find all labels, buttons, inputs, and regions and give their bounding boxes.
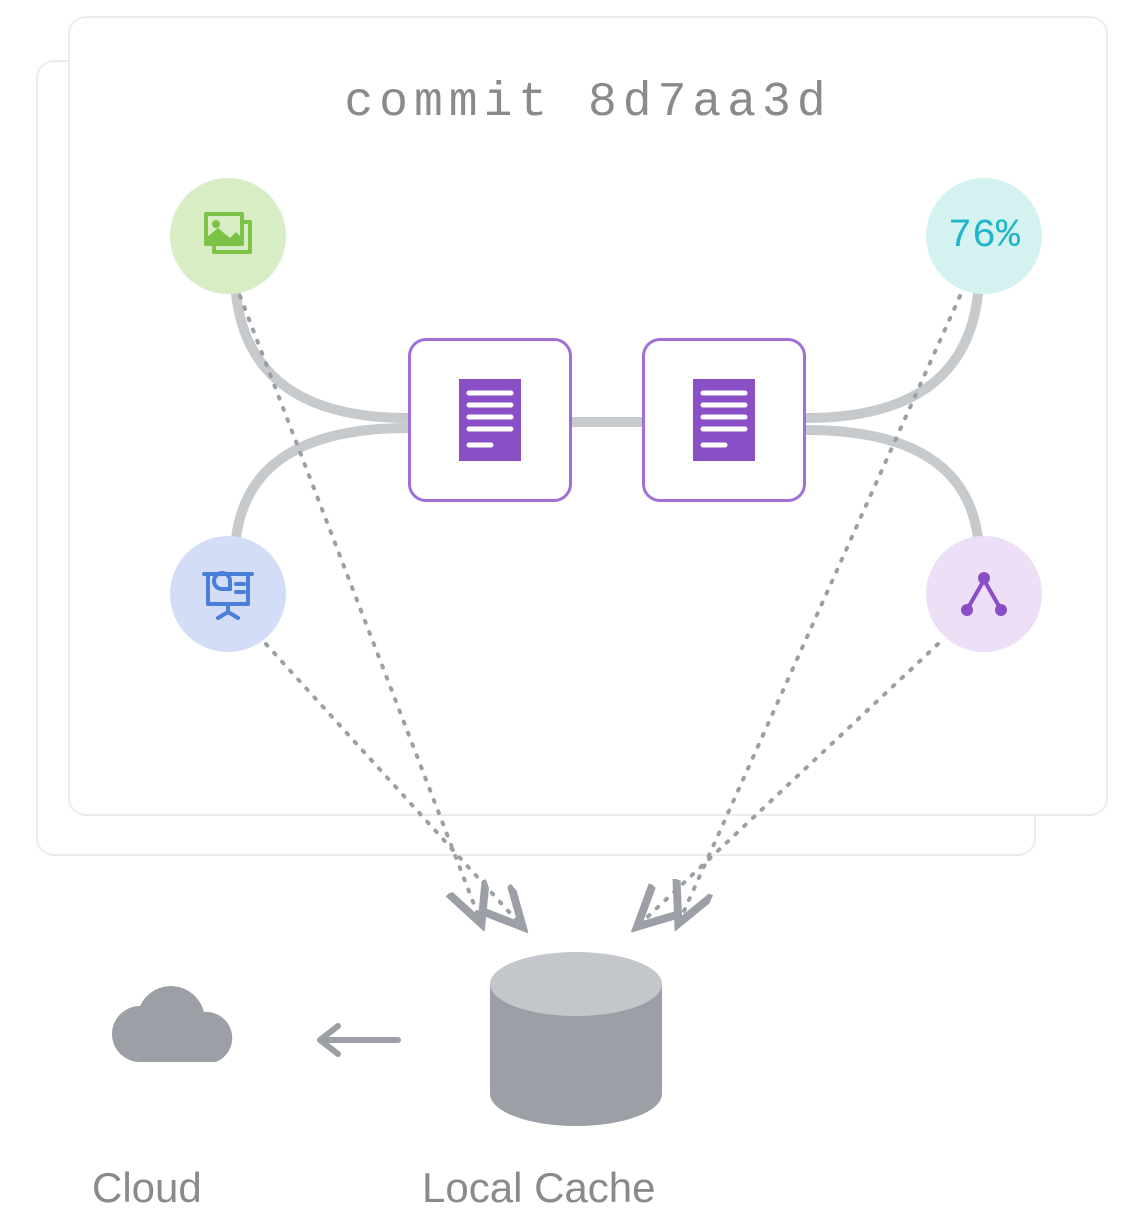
cloud-label: Cloud bbox=[92, 1164, 202, 1212]
cloud-icon bbox=[100, 982, 250, 1082]
percent-node: 76% bbox=[926, 178, 1042, 294]
document-box-right bbox=[642, 338, 806, 502]
arrow-left-icon bbox=[308, 1020, 408, 1060]
document-icon bbox=[689, 375, 759, 465]
percent-value: 76% bbox=[948, 214, 1020, 259]
graph-node bbox=[926, 536, 1042, 652]
presentation-icon bbox=[196, 562, 260, 626]
graph-icon bbox=[952, 562, 1016, 626]
images-node bbox=[170, 178, 286, 294]
document-box-left bbox=[408, 338, 572, 502]
connectors-solid bbox=[70, 18, 1110, 818]
cache-cylinder-icon bbox=[476, 944, 676, 1134]
presentation-node bbox=[170, 536, 286, 652]
document-icon bbox=[455, 375, 525, 465]
commit-title: commit 8d7aa3d bbox=[70, 76, 1106, 130]
images-icon bbox=[196, 204, 260, 268]
commit-card: commit 8d7aa3d 76% bbox=[68, 16, 1108, 816]
local-cache-label: Local Cache bbox=[422, 1164, 655, 1212]
commit-hash: 8d7aa3d bbox=[588, 76, 832, 130]
commit-prefix: commit bbox=[344, 76, 553, 130]
